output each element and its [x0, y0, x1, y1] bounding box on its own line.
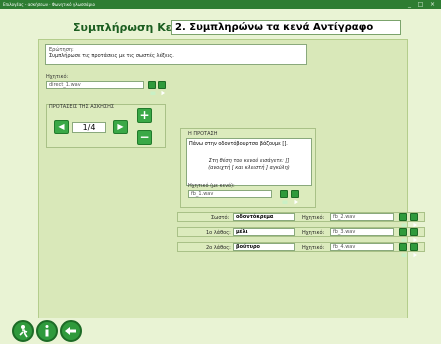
- info-icon[interactable]: [36, 320, 58, 342]
- folder-icon[interactable]: [399, 213, 407, 227]
- sound-file-field[interactable]: direct_1.wav: [46, 81, 144, 89]
- answer-row-wrong1: 1ο λάθος: μέλι Ηχητικό: fb_3.wav: [177, 227, 425, 243]
- next-proposal-button[interactable]: ▶: [113, 120, 128, 134]
- answer-sound-field[interactable]: fb_2.wav: [330, 213, 394, 221]
- next-arrow-icon: ▶: [117, 122, 124, 131]
- answer-row-correct: Σωστό: οδοντόκρεμα Ηχητικό: fb_2.wav: [177, 212, 425, 228]
- answer-value-field[interactable]: μέλι: [233, 228, 295, 236]
- prev-arrow-icon: ◀: [58, 122, 65, 131]
- folder-icon[interactable]: [148, 81, 156, 95]
- prev-proposal-button[interactable]: ◀: [54, 120, 69, 134]
- sentence-text: Πάνω στην οδοντόβουρτσα βάζουμε [].: [189, 141, 288, 147]
- answer-sound-label: Ηχητικό:: [302, 215, 325, 221]
- sentence-sound-label: Ηχητικό (με κενό):: [188, 183, 235, 189]
- play-icon[interactable]: [410, 228, 418, 243]
- proposal-counter: 1/4: [72, 122, 106, 133]
- play-icon[interactable]: [410, 243, 418, 258]
- remove-proposal-button[interactable]: −: [137, 130, 152, 145]
- minus-icon: −: [139, 130, 150, 144]
- answer-sound-label: Ηχητικό:: [302, 245, 325, 251]
- proposals-label: ΠΡΟΤΑΣΕΙΣ ΤΗΣ ΑΣΚΗΣΗΣ: [49, 104, 114, 110]
- answer-sound-label: Ηχητικό:: [302, 230, 325, 236]
- window-titlebar: Επιλογέας - ασκήσεων · Φωνητικό γλωσσάρι…: [0, 0, 441, 9]
- answer-label: Σωστό:: [211, 215, 230, 221]
- bottom-bar: [0, 318, 441, 344]
- add-proposal-button[interactable]: +: [137, 108, 152, 123]
- answer-label: 2ο λάθος:: [206, 245, 231, 251]
- play-icon[interactable]: [410, 213, 418, 228]
- close-button[interactable]: ×: [428, 1, 437, 8]
- answer-row-wrong2: 2ο λάθος: βούτυρο Ηχητικό: fb_4.wav: [177, 242, 425, 258]
- exit-icon[interactable]: [12, 320, 34, 342]
- maximize-button[interactable]: □: [416, 1, 425, 8]
- sentence-sound-field[interactable]: fb_1.wav: [188, 190, 272, 198]
- blank-hint-line2: (ανοιχτή [ και κλειστή ] αγκύλη): [208, 165, 290, 171]
- sound-label: Ηχητικό:: [46, 74, 69, 80]
- plus-icon: +: [139, 108, 150, 122]
- answer-sound-field[interactable]: fb_4.wav: [330, 243, 394, 251]
- window-title: Επιλογέας - ασκήσεων · Φωνητικό γλωσσάρι…: [3, 2, 95, 7]
- play-icon[interactable]: [158, 81, 166, 96]
- answer-label: 1ο λάθος:: [206, 230, 231, 236]
- play-icon[interactable]: [291, 190, 299, 205]
- folder-icon[interactable]: [399, 243, 407, 257]
- sentence-label: Η ΠΡΟΤΑΣΗ: [188, 131, 218, 137]
- folder-icon[interactable]: [280, 190, 288, 204]
- question-box[interactable]: Ερώτηση: Συμπλήρωσε τις προτάσεις με τις…: [45, 44, 307, 65]
- blank-hint-line1: Στη θέση του κενού εισάγετε: []: [208, 158, 290, 164]
- blank-hint: Στη θέση του κενού εισάγετε: [] (ανοιχτή…: [187, 158, 311, 172]
- answer-value-field[interactable]: οδοντόκρεμα: [233, 213, 295, 221]
- answer-value-field[interactable]: βούτυρο: [233, 243, 295, 251]
- question-text: Συμπλήρωσε τις προτάσεις με τις σωστές λ…: [49, 53, 174, 59]
- minimize-button[interactable]: _: [405, 1, 414, 8]
- folder-icon[interactable]: [399, 228, 407, 242]
- exercise-title-field[interactable]: 2. Συμπληρώνω τα κενά Αντίγραφο: [171, 20, 401, 35]
- answer-sound-field[interactable]: fb_3.wav: [330, 228, 394, 236]
- back-arrow-icon[interactable]: [60, 320, 82, 342]
